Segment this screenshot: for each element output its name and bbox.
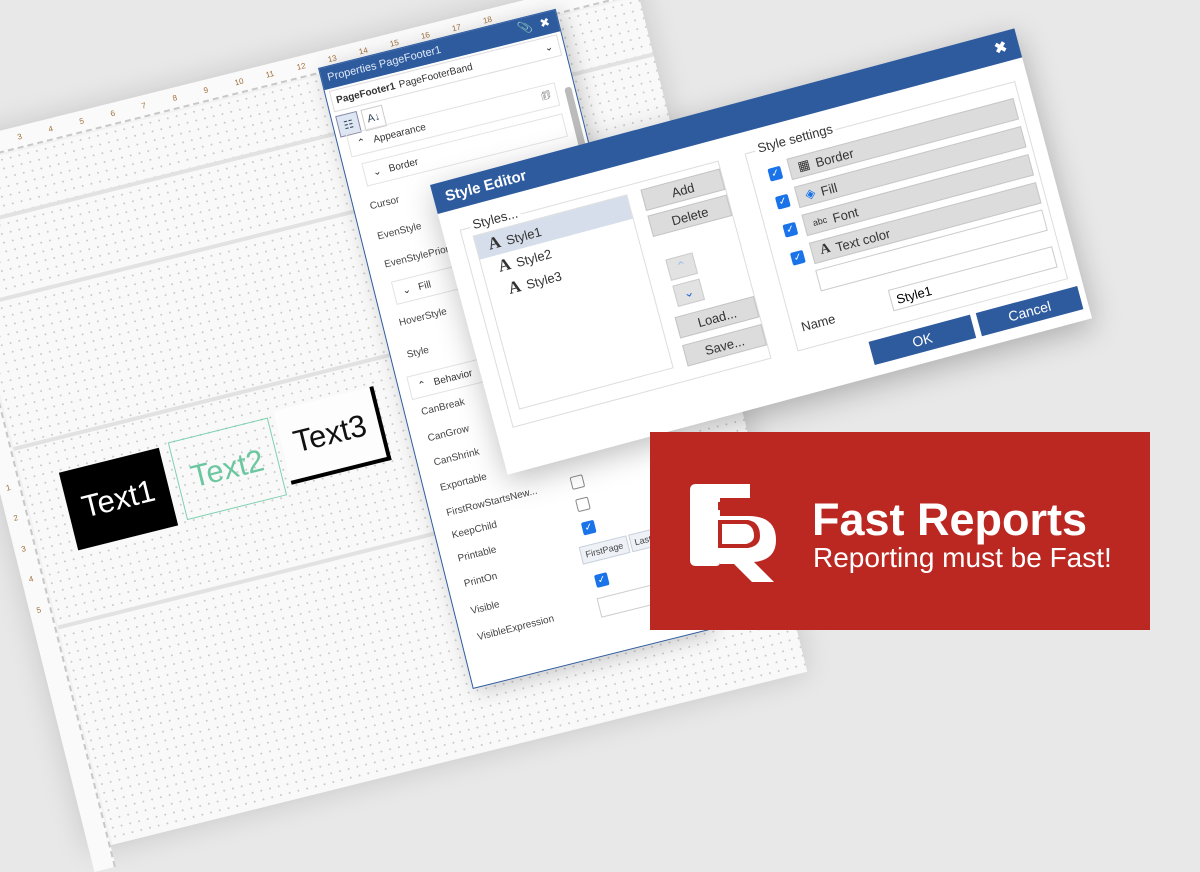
property-hoverstyle[interactable]: HoverStyle	[398, 306, 448, 329]
property-cursor[interactable]: Cursor	[369, 194, 401, 212]
font-checkbox[interactable]: ✓	[782, 221, 799, 238]
ruler-mark: 10	[233, 76, 245, 88]
ruler-mark: 1	[5, 483, 12, 493]
property-pages-icon[interactable]: 🗊	[540, 87, 553, 106]
property-label: VisibleExpression	[476, 613, 556, 644]
property-label: KeepChild	[450, 519, 499, 542]
property-evenstyle[interactable]: EvenStyle	[376, 221, 422, 243]
property-evenstylepriority[interactable]: EvenStylePriori	[383, 243, 452, 270]
property-canshrink[interactable]: CanShrink	[433, 447, 481, 469]
group-label: Border	[387, 156, 420, 175]
property-canbreak[interactable]: CanBreak	[420, 397, 466, 418]
property-label: Visible	[469, 599, 501, 617]
brand-name: Fast Reports	[812, 494, 1088, 545]
close-icon[interactable]: ✖	[992, 37, 1009, 58]
setting-label: Font	[830, 203, 860, 226]
group-label: Fill	[417, 278, 433, 293]
ruler-mark: 5	[78, 116, 85, 127]
ruler-mark: 5	[35, 605, 42, 616]
style-name: Style3	[524, 267, 564, 292]
ruler-mark: 3	[20, 544, 27, 554]
property-style[interactable]: Style	[406, 345, 430, 361]
border-checkbox[interactable]: ✓	[767, 165, 784, 182]
group-label: Appearance	[372, 121, 428, 146]
ruler-mark: 6	[109, 108, 117, 119]
ruler-mark: 9	[202, 85, 210, 96]
font-style-icon: A	[485, 232, 503, 254]
ruler-mark: 12	[295, 61, 307, 72]
property-cangrow[interactable]: CanGrow	[427, 423, 471, 444]
fast-reports-logo	[690, 484, 776, 582]
text-object-label: Text3	[289, 407, 371, 460]
chevron-down-icon: ⌄	[681, 283, 696, 301]
ruler-mark: 11	[264, 68, 276, 80]
font-style-icon: A	[495, 254, 513, 276]
close-icon[interactable]: ✖	[538, 15, 551, 31]
ruler-mark: 8	[171, 93, 179, 103]
chevron-down-icon: ⌄	[371, 165, 383, 179]
setting-label: Fill	[818, 179, 839, 199]
ruler-mark: 2	[12, 513, 20, 523]
text-object-label: Text1	[78, 472, 159, 525]
chevron-down-icon: ⌄	[401, 283, 412, 297]
checkbox-checked[interactable]: ✓	[593, 572, 610, 588]
property-label: PrintOn	[462, 570, 499, 590]
property-label: Printable	[456, 544, 498, 565]
text-object-label: Text2	[187, 442, 268, 495]
chevron-up-icon: ⌃	[416, 378, 428, 392]
font-style-icon: A	[506, 276, 523, 298]
pin-icon[interactable]: 📎	[516, 19, 534, 36]
checkbox[interactable]	[569, 474, 586, 490]
printon-firstpage-button[interactable]: FirstPage	[578, 535, 631, 565]
font-icon: abc	[811, 214, 829, 229]
chevron-up-icon: ⌃	[674, 257, 689, 275]
text-color-checkbox[interactable]: ✓	[789, 249, 806, 266]
fill-bucket-icon: ◈	[803, 184, 817, 202]
border-icon: ▦	[795, 156, 812, 174]
chevron-down-icon: ⌄	[543, 41, 555, 54]
ruler-mark: 4	[27, 574, 35, 585]
chevron-up-icon: ⌃	[356, 136, 367, 150]
fast-reports-banner: Fast Reports Reporting must be Fast!	[650, 432, 1150, 630]
ruler-mark: 7	[140, 100, 148, 111]
brand-tagline: Reporting must be Fast!	[813, 542, 1112, 573]
ruler-mark: 4	[47, 124, 54, 134]
ruler-mark: 3	[16, 131, 23, 142]
property-exportable[interactable]: Exportable	[439, 471, 488, 493]
checkbox[interactable]	[575, 496, 591, 513]
text-color-icon: A	[818, 240, 833, 258]
checkbox-checked[interactable]: ✓	[580, 519, 597, 536]
group-label: Behavior	[432, 367, 474, 388]
fill-checkbox[interactable]: ✓	[774, 193, 791, 210]
